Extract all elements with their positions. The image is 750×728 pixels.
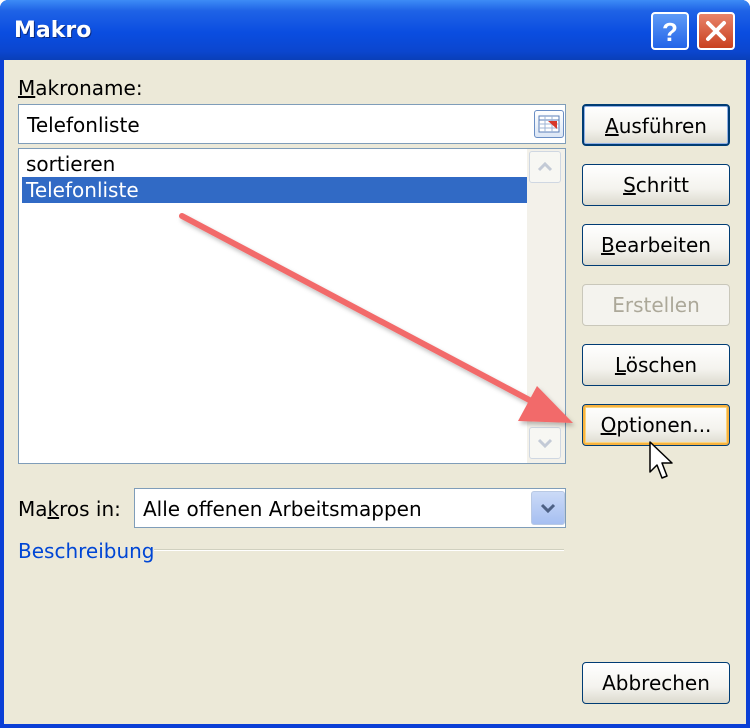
annotation-arrow: [179, 213, 573, 423]
mouse-cursor-icon: [649, 441, 673, 479]
annotation-overlay: [179, 213, 673, 479]
